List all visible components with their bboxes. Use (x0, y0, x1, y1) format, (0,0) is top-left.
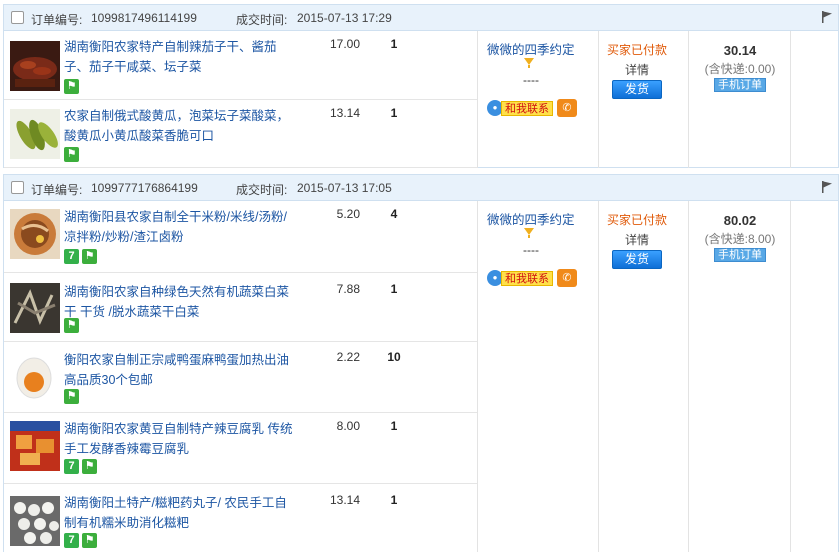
item-price: 8.00 (336, 419, 360, 433)
seven-day-icon[interactable]: 7 (64, 249, 79, 264)
guarantee-icon[interactable]: ⚑ (64, 318, 79, 333)
product-title[interactable]: 湖南衡阳农家自种绿色天然有机蔬菜白菜干 干货 /脱水蔬菜干白菜 (64, 282, 294, 322)
order-card: 订单编号: 1099777176864199 成交时间: 2015-07-13 … (3, 174, 839, 552)
order-number-label: 订单编号: (31, 183, 83, 197)
product-image[interactable] (10, 421, 60, 471)
order-status: 买家已付款 (606, 43, 667, 57)
ship-button[interactable]: 发货 (612, 80, 662, 99)
item-price: 13.14 (329, 493, 360, 507)
seven-day-icon[interactable]: 7 (64, 459, 79, 474)
order-item: 湖南衡阳县农家自制全干米粉/米线/汤粉/凉拌粉/炒粉/渣江卤粉 7 ⚑ 5.20 … (4, 201, 477, 273)
item-quantity: 4 (390, 207, 398, 221)
order-total: 30.14 (723, 43, 757, 58)
order-status: 买家已付款 (606, 213, 667, 227)
product-image[interactable] (10, 109, 60, 159)
product-title[interactable]: 湖南衡阳县农家自制全干米粉/米线/汤粉/凉拌粉/炒粉/渣江卤粉 (64, 207, 294, 247)
guarantee-icon[interactable]: ⚑ (82, 249, 97, 264)
ship-button[interactable]: 发货 (612, 250, 662, 269)
buyer-sub: ---- (523, 73, 539, 87)
order-header: 订单编号: 1099817496114199 成交时间: 2015-07-13 … (4, 5, 838, 31)
guarantee-icon[interactable]: ⚑ (64, 79, 79, 94)
guarantee-icon[interactable]: ⚑ (64, 147, 79, 162)
buyer-cell: 微微的四季约定 ---- ● 和我联系 ✆ (487, 209, 597, 287)
product-image[interactable] (10, 352, 60, 402)
item-price: 2.22 (336, 350, 360, 364)
guarantee-icon[interactable]: ⚑ (64, 389, 79, 404)
wangwang-icon[interactable] (523, 227, 535, 239)
buyer-cell: 微微的四季约定 ---- ● 和我联系 ✆ (487, 39, 597, 117)
contact-group: ● 和我联系 ✆ (487, 269, 577, 287)
buyer-name[interactable]: 微微的四季约定 (487, 209, 597, 228)
flag-icon[interactable] (820, 10, 834, 24)
status-cell: 买家已付款 详情 发货 (602, 211, 672, 269)
product-title[interactable]: 农家自制俄式酸黄瓜，泡菜坛子菜酸菜，酸黄瓜小黄瓜酸菜香脆可口 (64, 106, 294, 146)
total-cell: 80.02 (含快递:8.00) 手机订单 (692, 213, 788, 262)
product-image[interactable] (10, 209, 60, 259)
item-quantity: 1 (390, 37, 398, 51)
contact-me-button[interactable]: 和我联系 (501, 100, 553, 116)
contact-me-button[interactable]: 和我联系 (501, 270, 553, 286)
item-price: 5.20 (336, 207, 360, 221)
order-item: 湖南衡阳农家特产自制辣茄子干、酱茄子、茄子干咸菜、坛子菜 ⚑ 17.00 1 (4, 31, 477, 100)
order-item: 湖南衡阳土特产/糍粑药丸子/ 农民手工自制有机糯米助消化糍粑 7 ⚑ 13.14 … (4, 484, 477, 552)
deal-time: 2015-07-13 17:29 (297, 11, 392, 25)
deal-time-label: 成交时间: (236, 183, 288, 197)
deal-time-label: 成交时间: (236, 13, 288, 27)
product-title[interactable]: 湖南衡阳土特产/糍粑药丸子/ 农民手工自制有机糯米助消化糍粑 (64, 493, 294, 533)
guarantee-icon[interactable]: ⚑ (82, 533, 97, 548)
status-cell: 买家已付款 详情 发货 (602, 41, 672, 99)
phone-icon[interactable]: ✆ (557, 269, 577, 287)
guarantee-icon[interactable]: ⚑ (82, 459, 97, 474)
product-image[interactable] (10, 283, 60, 333)
product-title[interactable]: 衡阳农家自制正宗咸鸭蛋麻鸭蛋加热出油高品质30个包邮 (64, 350, 294, 390)
product-title[interactable]: 湖南衡阳农家特产自制辣茄子干、酱茄子、茄子干咸菜、坛子菜 (64, 37, 294, 77)
item-price: 13.14 (329, 106, 360, 120)
order-total: 80.02 (723, 213, 757, 228)
item-quantity: 1 (390, 282, 398, 296)
detail-link[interactable]: 详情 (602, 231, 672, 248)
item-quantity: 1 (390, 493, 398, 507)
total-cell: 30.14 (含快递:0.00) 手机订单 (692, 43, 788, 92)
wangwang-icon[interactable] (523, 57, 535, 69)
buyer-sub: ---- (523, 243, 539, 257)
order-card: 订单编号: 1099817496114199 成交时间: 2015-07-13 … (3, 4, 839, 168)
order-header: 订单编号: 1099777176864199 成交时间: 2015-07-13 … (4, 175, 838, 201)
item-quantity: 10 (387, 350, 401, 364)
item-price: 17.00 (329, 37, 360, 51)
order-item: 衡阳农家自制正宗咸鸭蛋麻鸭蛋加热出油高品质30个包邮 ⚑ 2.22 10 (4, 342, 477, 413)
contact-group: ● 和我联系 ✆ (487, 99, 577, 117)
deal-time: 2015-07-13 17:05 (297, 181, 392, 195)
order-number: 1099817496114199 (91, 11, 197, 25)
phone-icon[interactable]: ✆ (557, 99, 577, 117)
order-number-label: 订单编号: (31, 13, 83, 27)
detail-link[interactable]: 详情 (602, 61, 672, 78)
seven-day-icon[interactable]: 7 (64, 533, 79, 548)
order-item: 湖南衡阳农家黄豆自制特产辣豆腐乳 传统手工发酵香辣霉豆腐乳 7 ⚑ 8.00 1 (4, 413, 477, 484)
product-image[interactable] (10, 41, 60, 91)
item-quantity: 1 (390, 106, 398, 120)
mobile-order-tag: 手机订单 (714, 78, 766, 92)
shipping-fee: (含快递:8.00) (704, 232, 776, 246)
order-checkbox[interactable] (11, 11, 24, 24)
flag-icon[interactable] (820, 180, 834, 194)
mobile-order-tag: 手机订单 (714, 248, 766, 262)
order-number: 1099777176864199 (91, 181, 198, 195)
buyer-name[interactable]: 微微的四季约定 (487, 39, 597, 58)
order-checkbox[interactable] (11, 181, 24, 194)
order-item: 湖南衡阳农家自种绿色天然有机蔬菜白菜干 干货 /脱水蔬菜干白菜 ⚑ 7.88 1 (4, 273, 477, 342)
item-price: 7.88 (336, 282, 360, 296)
item-quantity: 1 (390, 419, 398, 433)
order-item: 农家自制俄式酸黄瓜，泡菜坛子菜酸菜，酸黄瓜小黄瓜酸菜香脆可口 ⚑ 13.14 1 (4, 100, 477, 168)
product-image[interactable] (10, 496, 60, 546)
product-title[interactable]: 湖南衡阳农家黄豆自制特产辣豆腐乳 传统手工发酵香辣霉豆腐乳 (64, 419, 294, 459)
shipping-fee: (含快递:0.00) (704, 62, 776, 76)
